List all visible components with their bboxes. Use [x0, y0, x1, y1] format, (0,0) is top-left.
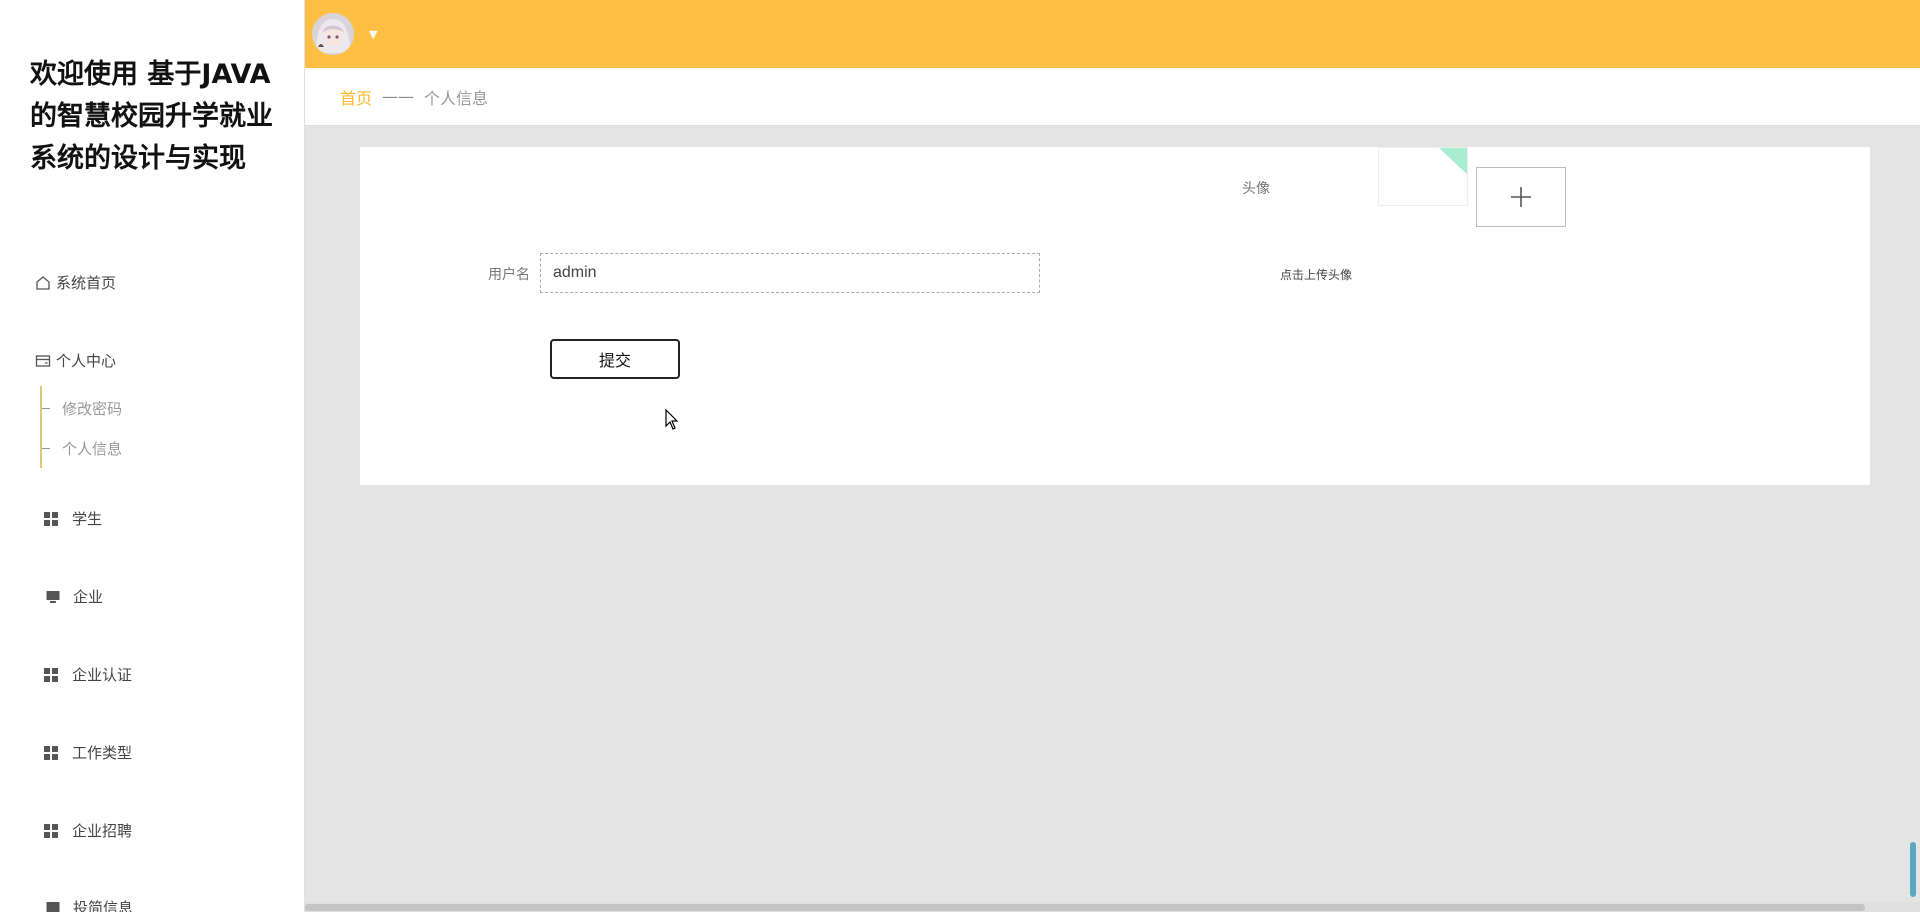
- plus-icon: [1511, 187, 1531, 207]
- sidebar-item-label: 学生: [72, 510, 103, 528]
- sidebar-item-label: 系统首页: [56, 274, 117, 292]
- sidebar-subitem-label: 个人信息: [62, 440, 123, 458]
- user-avatar[interactable]: [312, 13, 354, 55]
- scrollbar-thumb[interactable]: [305, 904, 1865, 911]
- sidebar-subitem-personal-info[interactable]: 个人信息: [42, 438, 122, 459]
- sidebar-item-label: 企业认证: [72, 666, 133, 684]
- submit-button[interactable]: 提交: [550, 339, 680, 379]
- sidebar-item-job-type[interactable]: 工作类型: [44, 742, 132, 763]
- sidebar-item-enterprise[interactable]: 企业: [44, 586, 103, 607]
- breadcrumb-separator: ——: [382, 87, 415, 106]
- vertical-scrollbar-thumb[interactable]: [1910, 842, 1916, 897]
- sidebar-item-label: 投简信息: [73, 899, 134, 912]
- sidebar-item-resume-submissions[interactable]: 投简信息: [44, 897, 133, 912]
- avatar-label: 头像: [1242, 181, 1270, 197]
- monitor-icon: [44, 588, 61, 605]
- wallet-icon: [34, 352, 51, 369]
- breadcrumb: 首页 —— 个人信息: [305, 68, 1920, 126]
- sidebar-item-label: 企业: [73, 588, 104, 606]
- app-title: 欢迎使用 基于JAVA的智慧校园升学就业系统的设计与实现: [30, 59, 273, 174]
- sidebar-item-enterprise-certification[interactable]: 企业认证: [44, 664, 132, 685]
- personal-center-submenu: 修改密码 个人信息: [40, 386, 302, 468]
- sidebar-item-personal-center[interactable]: 个人中心: [34, 350, 116, 371]
- sidebar-item-label: 工作类型: [72, 744, 133, 762]
- message-icon: [44, 899, 61, 912]
- grid-icon: [44, 745, 58, 760]
- username-field[interactable]: admin: [540, 253, 1040, 293]
- top-bar: ▼: [305, 0, 1920, 68]
- sidebar-subitem-label: 修改密码: [62, 400, 123, 418]
- sidebar-item-label: 个人中心: [56, 352, 117, 370]
- mouse-cursor-icon: [665, 409, 679, 430]
- sidebar-subitem-change-password[interactable]: 修改密码: [42, 398, 122, 419]
- grid-icon: [44, 667, 58, 682]
- horizontal-scrollbar[interactable]: [305, 902, 1920, 912]
- username-label: 用户名: [488, 267, 530, 283]
- profile-form-panel: 头像 点击上传头像 用户名 admin 提交: [360, 147, 1870, 485]
- sidebar-item-recruitment[interactable]: 企业招聘: [44, 820, 132, 841]
- breadcrumb-current: 个人信息: [424, 88, 489, 108]
- sidebar-item-students[interactable]: 学生: [44, 508, 102, 529]
- upload-tip: 点击上传头像: [1280, 268, 1353, 282]
- home-icon: [34, 274, 51, 291]
- sidebar-item-label: 企业招聘: [72, 822, 133, 840]
- chevron-down-icon[interactable]: ▼: [369, 28, 377, 41]
- sidebar: 欢迎使用 基于JAVA的智慧校园升学就业系统的设计与实现 系统首页 个人中心 修…: [0, 0, 305, 912]
- grid-icon: [44, 511, 58, 526]
- sidebar-item-home[interactable]: 系统首页: [34, 272, 116, 293]
- avatar-upload-button[interactable]: [1476, 167, 1566, 227]
- avatar-preview: [1378, 147, 1468, 206]
- grid-icon: [44, 823, 58, 838]
- breadcrumb-home[interactable]: 首页: [340, 85, 372, 109]
